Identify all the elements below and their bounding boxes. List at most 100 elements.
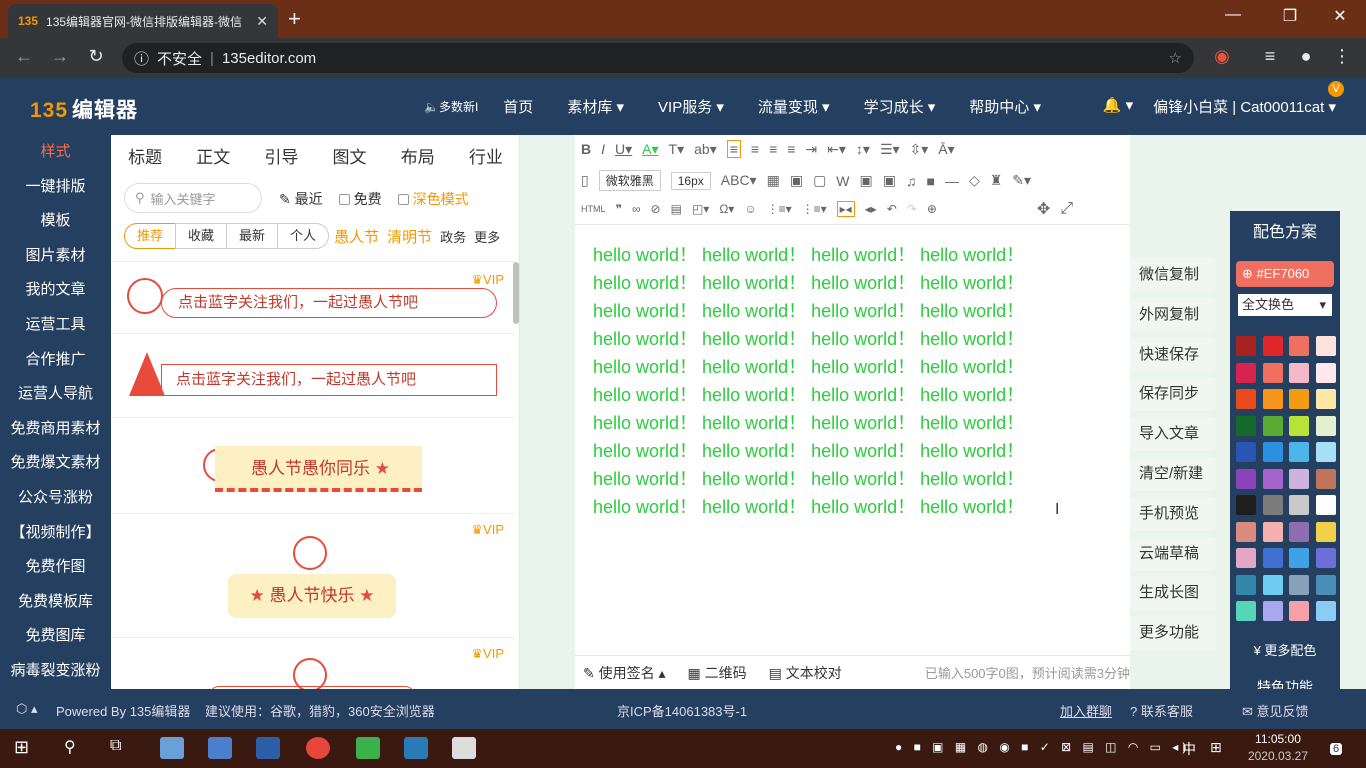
move-icon[interactable]: ✥ xyxy=(1037,199,1050,219)
computer-icon[interactable] xyxy=(208,737,232,759)
sidebar-item-video[interactable]: 【视频制作】 xyxy=(0,516,111,551)
sidebar-item-style[interactable]: 样式 xyxy=(0,135,111,170)
redo-icon[interactable]: ↷ xyxy=(907,202,917,216)
sidebar-item-drawing[interactable]: 免费作图 xyxy=(0,550,111,585)
color-swatch[interactable] xyxy=(1262,574,1283,595)
logo[interactable]: 135 编辑器 xyxy=(30,94,138,124)
strikethrough-icon[interactable]: ABC▾ xyxy=(721,172,757,189)
rtl-icon[interactable]: ◂▸ xyxy=(865,202,877,216)
color-swatch[interactable] xyxy=(1289,389,1309,409)
sidebar-item-promo[interactable]: 合作推广 xyxy=(0,343,111,378)
color-swatch[interactable] xyxy=(1315,389,1336,409)
reload-icon[interactable]: ↻ xyxy=(84,46,108,67)
template-item[interactable]: ♛VIP xyxy=(111,638,514,689)
color-swatch[interactable] xyxy=(1315,415,1336,436)
bg-color-icon[interactable]: ab▾ xyxy=(694,141,717,158)
mobile-preview-button[interactable]: 手机预览 xyxy=(1130,496,1216,531)
media-icon[interactable]: ≡ xyxy=(1258,46,1282,67)
color-swatch[interactable] xyxy=(1315,362,1336,383)
tag-more[interactable]: 更多 xyxy=(474,227,500,246)
color-swatch[interactable] xyxy=(1262,495,1283,515)
title-icon[interactable]: Ā▾ xyxy=(938,141,954,158)
link-icon[interactable]: ∞ xyxy=(632,202,641,216)
color-swatch[interactable] xyxy=(1289,601,1309,621)
new-tab-icon[interactable]: + xyxy=(288,6,301,32)
color-swatch[interactable] xyxy=(1262,415,1283,436)
signature-button[interactable]: ✎ 使用签名 ▴ xyxy=(583,663,666,683)
user-menu[interactable]: 偏锋小白菜 | Cat00011cat ▾ xyxy=(1153,96,1336,117)
color-swatch[interactable] xyxy=(1315,601,1336,621)
more-functions-button[interactable]: 更多功能 xyxy=(1130,616,1216,651)
subtab-recommend[interactable]: 推荐 xyxy=(124,223,177,249)
editor-content[interactable]: hello world！ hello world！ hello world！ h… xyxy=(593,241,1024,521)
ordered-list-icon[interactable]: ⋮≡▾ xyxy=(767,202,792,216)
special-char-icon[interactable]: Ω▾ xyxy=(719,202,734,216)
search-input[interactable]: ⚲ 输入关键字 xyxy=(124,183,262,213)
quick-save-button[interactable]: 快速保存 xyxy=(1130,337,1216,372)
align-left-icon[interactable]: ≡ xyxy=(726,140,741,158)
color-swatch[interactable] xyxy=(1236,442,1256,462)
app-icon[interactable] xyxy=(160,737,184,759)
gallery-icon[interactable]: ▣ xyxy=(883,172,896,189)
color-swatch[interactable] xyxy=(1289,362,1309,383)
tab-body[interactable]: 正文 xyxy=(196,143,230,168)
sidebar-item-viral[interactable]: 免费爆文素材 xyxy=(0,446,111,481)
sidebar-item-tools[interactable]: 运营工具 xyxy=(0,308,111,343)
wechat-icon[interactable] xyxy=(356,737,380,759)
template-item[interactable]: 愚人节愚你同乐 ★ xyxy=(111,418,514,514)
nav-home[interactable]: 首页 xyxy=(486,96,550,117)
video-icon[interactable]: ■ xyxy=(926,173,934,189)
word-icon[interactable]: W xyxy=(836,173,849,189)
bell-icon[interactable]: 🔔 ▾ xyxy=(1103,96,1133,117)
color-swatch[interactable] xyxy=(1262,601,1283,621)
import-article-button[interactable]: 导入文章 xyxy=(1130,417,1216,452)
color-swatch[interactable] xyxy=(1236,495,1256,515)
icp-number[interactable]: 京ICP备14061383号-1 xyxy=(617,701,747,720)
indent-icon[interactable]: ⇥ xyxy=(805,141,817,158)
color-swatch[interactable] xyxy=(1236,415,1256,436)
sidebar-item-navguide[interactable]: 运营人导航 xyxy=(0,377,111,412)
sidebar-item-onekey[interactable]: 一键排版 xyxy=(0,170,111,205)
wechat-copy-button[interactable]: 微信复制 xyxy=(1130,258,1216,292)
close-tab-icon[interactable]: ✕ xyxy=(256,13,268,30)
color-swatch[interactable] xyxy=(1289,336,1309,356)
vscode-icon[interactable] xyxy=(404,737,428,759)
unordered-list-icon[interactable]: ⋮≡▾ xyxy=(802,202,827,216)
color-swatch[interactable] xyxy=(1289,495,1309,515)
list-icon[interactable]: ☰▾ xyxy=(880,141,900,158)
color-swatch[interactable] xyxy=(1315,495,1336,515)
powershell-icon[interactable] xyxy=(256,737,280,759)
bookmark-star-icon[interactable]: ☆ xyxy=(1169,49,1182,67)
windows-start-icon[interactable]: ⊞ xyxy=(14,737,29,758)
color-swatch[interactable] xyxy=(1236,389,1256,409)
nav-help[interactable]: 帮助中心 ▾ xyxy=(952,96,1058,117)
window-icon[interactable] xyxy=(452,737,476,759)
clock[interactable]: 11:05:00 2020.03.27 xyxy=(1248,731,1308,765)
subtab-favorites[interactable]: 收藏 xyxy=(175,223,228,249)
tab-industry[interactable]: 行业 xyxy=(469,143,503,168)
extension-icon[interactable]: ◉ xyxy=(1210,46,1234,67)
font-color-icon[interactable]: A▾ xyxy=(642,141,658,158)
sidebar-item-template[interactable]: 模板 xyxy=(0,204,111,239)
tab-layout[interactable]: 布局 xyxy=(401,143,435,168)
back-icon[interactable]: ← xyxy=(12,46,36,67)
filter-recent[interactable]: ✎ 最近 xyxy=(279,189,323,209)
browser-tab[interactable]: 135 135编辑器官网-微信排版编辑器-微信 ✕ xyxy=(8,4,278,38)
underline-icon[interactable]: U▾ xyxy=(615,141,632,158)
filter-free[interactable]: 免费 xyxy=(338,189,382,209)
nav-vip[interactable]: VIP服务 ▾ xyxy=(641,96,741,117)
color-swatch[interactable] xyxy=(1262,442,1283,462)
cube-icon[interactable]: ⬡ ▴ xyxy=(16,701,38,717)
font-size-icon[interactable]: T▾ xyxy=(669,141,685,158)
color-swatch[interactable] xyxy=(1236,548,1256,568)
color-swatch[interactable] xyxy=(1262,521,1283,542)
color-swatch[interactable] xyxy=(1315,442,1336,462)
external-copy-button[interactable]: 外网复制 xyxy=(1130,297,1216,332)
line-height-icon[interactable]: ↕▾ xyxy=(856,141,870,158)
close-window-icon[interactable]: ✕ xyxy=(1325,6,1355,26)
minimize-icon[interactable]: — xyxy=(1218,6,1248,24)
color-swatch[interactable] xyxy=(1315,468,1336,489)
italic-icon[interactable]: I xyxy=(601,141,605,157)
color-swatch[interactable] xyxy=(1236,336,1256,356)
join-group-link[interactable]: 加入群聊 xyxy=(1060,701,1112,720)
